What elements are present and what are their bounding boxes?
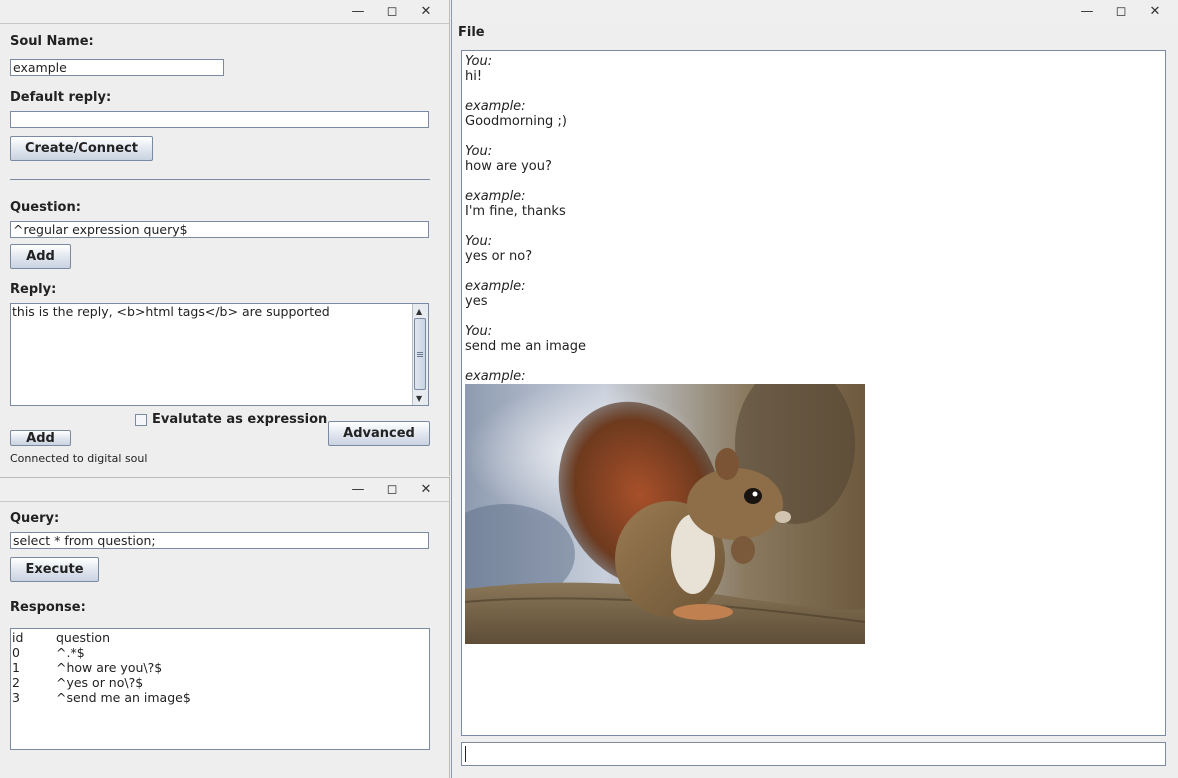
reply-scrollbar[interactable]: ▲ ▼ [412, 304, 428, 405]
text-cursor [465, 746, 466, 762]
add-question-button[interactable]: Add [10, 244, 71, 269]
reply-text: this is the reply, <b>html tags</b> are … [12, 304, 330, 319]
minimize-icon[interactable]: — [341, 481, 375, 497]
response-area[interactable]: id question 0 ^.*$ 1 ^how are you\?$ 2 ^… [10, 628, 430, 750]
message: You: hi! [465, 54, 1155, 84]
evaluate-label: Evalutate as expression [152, 412, 328, 427]
cell-question: ^yes or no\?$ [56, 675, 144, 690]
response-label: Response: [10, 600, 86, 615]
message-text: how are you? [465, 159, 552, 174]
soul-name-input[interactable]: example [10, 59, 224, 76]
message-sender: You: [465, 144, 493, 159]
response-header-row: id question [12, 630, 428, 645]
query-input[interactable]: select * from question; [10, 532, 429, 549]
column-question: question [56, 630, 111, 645]
menu-bar: File [452, 23, 1178, 44]
message-sender: You: [465, 324, 493, 339]
reply-label: Reply: [10, 282, 57, 297]
execute-button[interactable]: Execute [10, 557, 99, 582]
title-bar: — ◻ ✕ [0, 478, 449, 502]
maximize-icon[interactable]: ◻ [375, 3, 409, 19]
message: example: [465, 369, 1155, 644]
message-text: yes or no? [465, 249, 533, 264]
close-icon[interactable]: ✕ [409, 3, 443, 19]
message: example: I'm fine, thanks [465, 189, 1155, 219]
advanced-button[interactable]: Advanced [328, 421, 430, 446]
menu-file[interactable]: File [458, 25, 485, 40]
cell-question: ^.*$ [56, 645, 85, 660]
message-text: Goodmorning ;) [465, 114, 567, 129]
maximize-icon[interactable]: ◻ [375, 481, 409, 497]
message-sender: example: [465, 279, 526, 294]
soul-editor-window: — ◻ ✕ Soul Name: example Default reply: … [0, 0, 450, 476]
cell-question: ^how are you\?$ [56, 660, 163, 675]
response-row: 2 ^yes or no\?$ [12, 675, 428, 690]
create-connect-button[interactable]: Create/Connect [10, 136, 153, 161]
cell-id: 1 [12, 660, 20, 675]
connection-status: Connected to digital soul [10, 452, 148, 465]
squirrel-image [465, 384, 865, 644]
message-sender: You: [465, 234, 493, 249]
message: You: how are you? [465, 144, 1155, 174]
cell-id: 2 [12, 675, 20, 690]
cell-id: 3 [12, 690, 20, 705]
message-text: send me an image [465, 339, 587, 354]
message-list: You: hi! example: Goodmorning ;) You: ho… [465, 54, 1155, 644]
minimize-icon[interactable]: — [1070, 3, 1104, 19]
scroll-down-icon[interactable]: ▼ [416, 394, 422, 403]
question-label: Question: [10, 200, 81, 215]
message-text: I'm fine, thanks [465, 204, 566, 219]
evaluate-checkbox[interactable] [135, 414, 147, 426]
cell-id: 0 [12, 645, 20, 660]
add-reply-button[interactable]: Add [10, 430, 71, 446]
reply-textarea[interactable]: this is the reply, <b>html tags</b> are … [10, 303, 429, 406]
message: example: yes [465, 279, 1155, 309]
message: You: yes or no? [465, 234, 1155, 264]
message-text: yes [465, 294, 488, 309]
scroll-thumb[interactable] [414, 318, 426, 390]
soul-name-label: Soul Name: [10, 34, 94, 49]
title-bar: — ◻ ✕ [452, 0, 1178, 24]
scroll-up-icon[interactable]: ▲ [416, 307, 422, 316]
maximize-icon[interactable]: ◻ [1104, 3, 1138, 19]
response-row: 0 ^.*$ [12, 645, 428, 660]
message-sender: example: [465, 189, 526, 204]
message: You: send me an image [465, 324, 1155, 354]
query-label: Query: [10, 511, 60, 526]
response-row: 3 ^send me an image$ [12, 690, 428, 705]
message-sender: You: [465, 54, 493, 69]
message-text: hi! [465, 69, 483, 84]
minimize-icon[interactable]: — [341, 3, 375, 19]
cell-question: ^send me an image$ [56, 690, 191, 705]
column-id: id [12, 630, 24, 645]
message: example: Goodmorning ;) [465, 99, 1155, 129]
default-reply-input[interactable] [10, 111, 429, 128]
close-icon[interactable]: ✕ [1138, 3, 1172, 19]
message-sender: example: [465, 369, 526, 384]
divider [10, 179, 430, 180]
default-reply-label: Default reply: [10, 90, 112, 105]
title-bar: — ◻ ✕ [0, 0, 449, 24]
message-sender: example: [465, 99, 526, 114]
question-input[interactable]: ^regular expression query$ [10, 221, 429, 238]
response-row: 1 ^how are you\?$ [12, 660, 428, 675]
close-icon[interactable]: ✕ [409, 481, 443, 497]
chat-transcript[interactable]: You: hi! example: Goodmorning ;) You: ho… [461, 50, 1166, 736]
chat-input[interactable] [461, 742, 1166, 766]
